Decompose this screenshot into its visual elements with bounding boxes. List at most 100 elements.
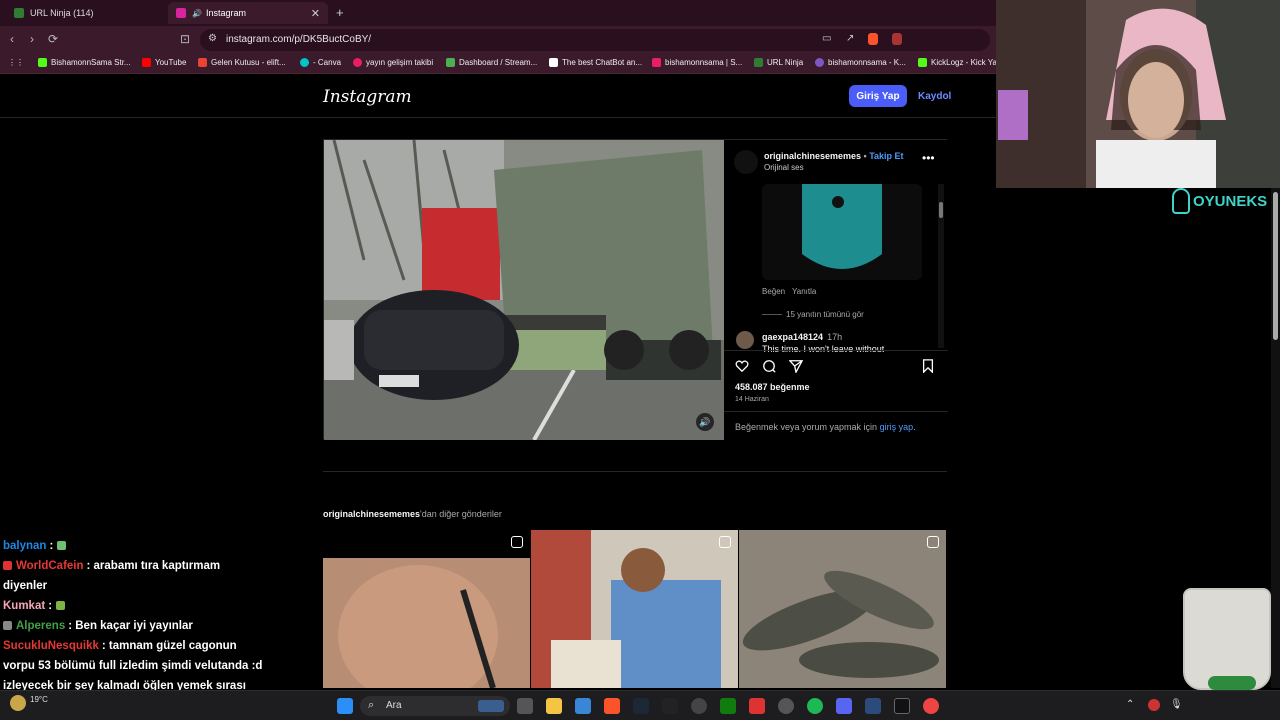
bookmark-item[interactable]: bishamonnsama - K... <box>815 58 906 67</box>
more-posts-username[interactable]: originalchinesememes <box>323 509 420 519</box>
close-tab-icon[interactable]: ✕ <box>311 7 320 20</box>
epic-games-icon[interactable] <box>662 698 678 714</box>
chrome-icon[interactable] <box>778 698 794 714</box>
comment-reply-button[interactable]: Yanıtla <box>792 287 816 296</box>
rewards-icon[interactable] <box>892 33 902 45</box>
bookmarks-bar: ⋮⋮ BishamonnSama Str... YouTube Gelen Ku… <box>0 54 1007 74</box>
post-thumbnail[interactable] <box>323 530 530 688</box>
kick-icon <box>38 58 47 67</box>
tab-title: Instagram <box>205 8 246 18</box>
obs-icon[interactable] <box>691 698 707 714</box>
brave-icon[interactable] <box>604 698 620 714</box>
browser-icon[interactable] <box>923 698 939 714</box>
capcut-icon[interactable] <box>894 698 910 714</box>
thumbnail-art <box>531 530 738 688</box>
bookmark-item[interactable]: BishamonnSama Str... <box>38 58 131 67</box>
share-icon[interactable] <box>789 359 803 373</box>
bookmark-item[interactable]: KickLogz - Kick Yay... <box>918 58 1007 67</box>
stream-chat: balynan: WorldCafein: arabamı tıra kaptı… <box>3 536 263 696</box>
bookmark-item[interactable]: The best ChatBot an... <box>549 58 642 67</box>
bookmark-item[interactable]: Gelen Kutusu - elift... <box>198 58 286 67</box>
post-author-row: originalchinesememes • Takip Et <box>764 151 904 161</box>
start-icon[interactable] <box>337 698 353 714</box>
tab-url-ninja[interactable]: URL Ninja (114) <box>6 2 166 24</box>
file-explorer-icon[interactable] <box>546 698 562 714</box>
post-thumbnail[interactable] <box>531 530 738 688</box>
heart-icon[interactable] <box>735 359 749 373</box>
bookmark-icon[interactable]: ⊡ <box>180 32 190 46</box>
post-thumbnail[interactable] <box>739 530 946 688</box>
more-options-icon[interactable]: ••• <box>922 151 935 165</box>
avatar[interactable] <box>734 150 758 174</box>
follow-button[interactable]: Takip Et <box>869 151 903 161</box>
bookmark-item[interactable]: URL Ninja <box>754 58 803 67</box>
view-replies-link[interactable]: 15 yanıtın tümünü gör <box>786 310 864 319</box>
back-button[interactable]: ‹ <box>10 32 14 46</box>
comments-scroll-thumb[interactable] <box>939 202 943 218</box>
reload-button[interactable]: ⟳ <box>48 32 58 46</box>
save-icon[interactable] <box>921 359 935 373</box>
kick-profile-icon <box>815 58 824 67</box>
spotify-icon[interactable] <box>807 698 823 714</box>
login-button[interactable]: Giriş Yap <box>849 85 907 107</box>
likes-count[interactable]: 458.087 beğenme <box>735 382 810 392</box>
streamer-icon <box>652 58 661 67</box>
bookmark-item[interactable]: - Canva <box>300 58 341 67</box>
task-view-icon[interactable] <box>517 698 533 714</box>
bookmark-item[interactable]: Dashboard / Stream... <box>446 58 537 67</box>
url-ninja-favicon-icon <box>14 8 24 18</box>
tray-app-icon[interactable] <box>1148 699 1160 711</box>
site-info-icon[interactable]: ⚙ <box>208 33 217 44</box>
tray-chevron-icon[interactable]: ⌃ <box>1126 699 1134 710</box>
new-tab-button[interactable]: + <box>336 5 344 20</box>
emote-icon <box>56 601 66 611</box>
post-video[interactable]: 🔊 <box>324 140 724 440</box>
comment-image <box>762 184 922 280</box>
cast-icon[interactable]: ▭ <box>822 33 831 44</box>
clover-overlay-icon <box>1208 676 1256 690</box>
commenter-avatar[interactable] <box>736 331 754 349</box>
comment-like-button[interactable]: Beğen <box>762 287 785 296</box>
tab-instagram[interactable]: 🔊 Instagram ✕ <box>168 2 328 24</box>
chat-message: WorldCafein: arabamı tıra kaptırmam diye… <box>3 560 221 592</box>
oyuneks-logo: OYUNEKS <box>1172 188 1267 214</box>
tab-title: URL Ninja (114) <box>30 8 94 18</box>
app-icon[interactable] <box>865 698 881 714</box>
url-field[interactable]: ⚙ instagram.com/p/DK5BuctCoBY/ ▭ ↗ <box>200 29 990 51</box>
youtube-icon <box>142 58 151 67</box>
comment-image-art <box>762 184 922 280</box>
commenter-username[interactable]: gaexpa148124 <box>762 332 823 342</box>
bookmark-item[interactable]: yayın gelişim takibi <box>353 58 433 67</box>
apps-grid-icon[interactable]: ⋮⋮ <box>8 58 24 67</box>
microphone-icon[interactable]: 🎙 <box>1170 699 1183 710</box>
emote-icon <box>57 541 67 551</box>
page-scroll-thumb[interactable] <box>1273 192 1278 340</box>
original-audio-link[interactable]: Orijinal ses <box>764 163 804 172</box>
chat-message: Kumkat: <box>3 596 263 616</box>
steam-icon[interactable] <box>633 698 649 714</box>
mute-toggle-icon[interactable]: 🔊 <box>696 413 714 431</box>
post-username[interactable]: originalchinesememes <box>764 151 861 161</box>
bookmark-item[interactable]: YouTube <box>142 58 186 67</box>
reel-icon <box>927 536 939 548</box>
xbox-icon[interactable] <box>720 698 736 714</box>
store-icon[interactable] <box>575 698 591 714</box>
brave-shield-icon[interactable] <box>868 33 878 45</box>
search-icon: ⌕ <box>368 699 375 711</box>
signup-link[interactable]: Kaydol <box>918 91 951 102</box>
discord-icon[interactable] <box>836 698 852 714</box>
comment-time: 17h <box>827 332 843 342</box>
instagram-logo[interactable]: Instagram <box>323 87 412 107</box>
chat-message: balynan: <box>3 536 263 556</box>
comment-icon[interactable] <box>762 359 776 373</box>
bookmark-item[interactable]: bishamonnsama | S... <box>652 58 742 67</box>
webcam-overlay <box>996 0 1280 188</box>
taskbar-search[interactable]: ⌕ Ara <box>360 696 510 716</box>
weather-icon[interactable] <box>10 695 26 711</box>
login-link[interactable]: giriş yap <box>880 422 914 432</box>
chat-username: Alperens <box>16 620 66 632</box>
app-icon[interactable] <box>749 698 765 714</box>
more-posts-heading: originalchinesememes'dan diğer gönderile… <box>323 509 502 519</box>
share-icon[interactable]: ↗ <box>846 33 854 44</box>
forward-button[interactable]: › <box>30 32 34 46</box>
